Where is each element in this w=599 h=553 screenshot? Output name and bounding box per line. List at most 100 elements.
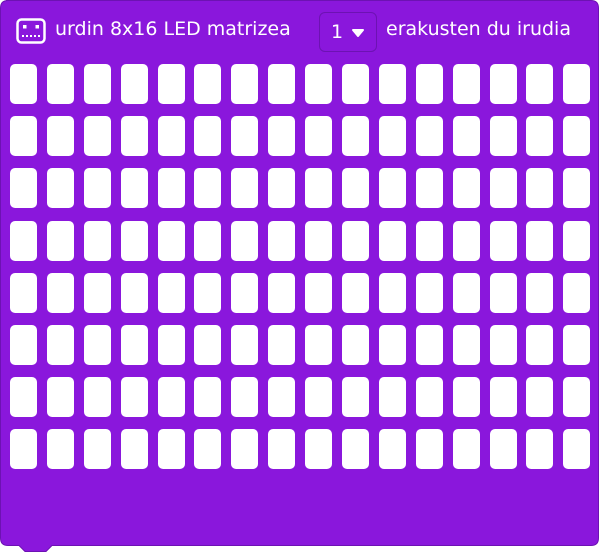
led-cell[interactable] [378,116,406,157]
led-cell[interactable] [268,168,296,209]
led-cell[interactable] [415,220,443,261]
led-cell[interactable] [489,64,517,104]
led-cell[interactable] [46,377,74,418]
led-cell[interactable] [157,324,185,365]
led-cell[interactable] [194,429,222,470]
led-cell[interactable] [305,64,333,104]
led-cell[interactable] [231,324,259,365]
led-cell[interactable] [157,429,185,470]
led-cell[interactable] [231,168,259,209]
led-cell[interactable] [342,324,370,365]
led-cell[interactable] [342,168,370,209]
led-cell[interactable] [231,116,259,157]
led-cell[interactable] [526,272,554,313]
led-cell[interactable] [526,377,554,418]
led-cell[interactable] [452,324,480,365]
led-cell[interactable] [10,64,37,104]
led-cell[interactable] [120,168,148,209]
led-cell[interactable] [489,377,517,418]
led-cell[interactable] [83,429,111,470]
led-cell[interactable] [46,168,74,209]
led-cell[interactable] [46,324,74,365]
led-cell[interactable] [415,377,443,418]
led-cell[interactable] [489,220,517,261]
led-cell[interactable] [563,377,591,418]
led-cell[interactable] [268,377,296,418]
led-cell[interactable] [526,168,554,209]
led-cell[interactable] [268,272,296,313]
led-cell[interactable] [83,168,111,209]
led-cell[interactable] [10,377,37,418]
led-cell[interactable] [305,116,333,157]
led-cell[interactable] [120,324,148,365]
led-cell[interactable] [120,429,148,470]
led-cell[interactable] [378,272,406,313]
led-cell[interactable] [452,116,480,157]
led-cell[interactable] [46,429,74,470]
led-cell[interactable] [305,168,333,209]
led-cell[interactable] [489,272,517,313]
led-cell[interactable] [120,64,148,104]
led-cell[interactable] [415,168,443,209]
led-cell[interactable] [526,116,554,157]
led-cell[interactable] [268,116,296,157]
led-cell[interactable] [378,429,406,470]
led-cell[interactable] [342,220,370,261]
led-cell[interactable] [305,429,333,470]
led-cell[interactable] [526,429,554,470]
led-cell[interactable] [563,429,591,470]
led-cell[interactable] [563,220,591,261]
led-cell[interactable] [83,377,111,418]
led-cell[interactable] [378,64,406,104]
led-cell[interactable] [452,377,480,418]
led-cell[interactable] [378,324,406,365]
led-cell[interactable] [305,272,333,313]
led-cell[interactable] [194,324,222,365]
led-cell[interactable] [10,220,37,261]
led-cell[interactable] [194,272,222,313]
led-cell[interactable] [415,429,443,470]
led-cell[interactable] [83,272,111,313]
led-cell[interactable] [157,116,185,157]
led-cell[interactable] [10,272,37,313]
led-cell[interactable] [489,429,517,470]
led-cell[interactable] [268,64,296,104]
led-cell[interactable] [46,116,74,157]
led-cell[interactable] [489,168,517,209]
led-cell[interactable] [489,324,517,365]
led-cell[interactable] [452,220,480,261]
led-cell[interactable] [83,64,111,104]
led-cell[interactable] [342,272,370,313]
led-cell[interactable] [157,377,185,418]
led-cell[interactable] [194,220,222,261]
led-cell[interactable] [120,377,148,418]
led-cell[interactable] [120,272,148,313]
led-cell[interactable] [378,377,406,418]
led-cell[interactable] [526,220,554,261]
led-cell[interactable] [231,272,259,313]
led-cell[interactable] [46,272,74,313]
led-cell[interactable] [231,429,259,470]
led-cell[interactable] [120,116,148,157]
led-cell[interactable] [194,64,222,104]
led-cell[interactable] [194,116,222,157]
led-cell[interactable] [157,168,185,209]
led-cell[interactable] [83,116,111,157]
led-cell[interactable] [10,429,37,470]
led-cell[interactable] [46,220,74,261]
led-cell[interactable] [526,64,554,104]
led-cell[interactable] [83,220,111,261]
led-cell[interactable] [194,377,222,418]
led-cell[interactable] [452,64,480,104]
led-cell[interactable] [231,64,259,104]
led-cell[interactable] [83,324,111,365]
led-cell[interactable] [452,168,480,209]
led-cell[interactable] [526,324,554,365]
led-cell[interactable] [10,324,37,365]
led-cell[interactable] [305,377,333,418]
led-cell[interactable] [342,429,370,470]
led-cell[interactable] [415,64,443,104]
led-matrix-block[interactable]: urdin 8x16 LED matrizea 1 erakusten du i… [0,0,599,553]
led-cell[interactable] [194,168,222,209]
led-cell[interactable] [378,220,406,261]
